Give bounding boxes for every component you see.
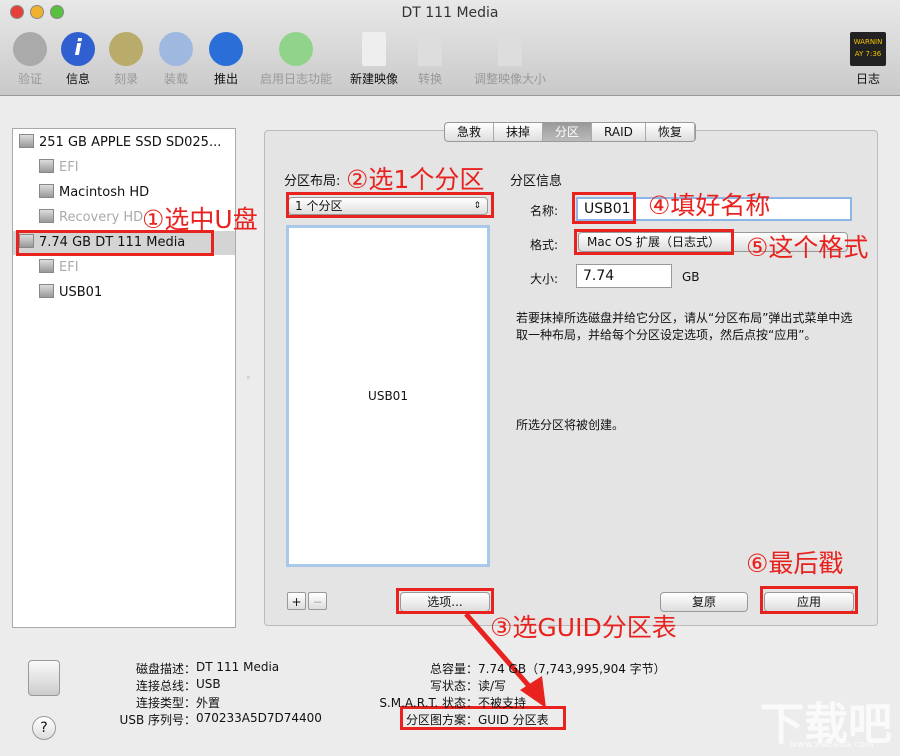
new-image-icon <box>362 32 386 66</box>
annotation-box-6 <box>760 586 858 614</box>
sidebar-item-label: EFI <box>59 160 79 175</box>
info-key: 分区图方案： <box>298 711 478 728</box>
watermark-url: www.xiazaiba.com <box>790 740 874 750</box>
disk-icon <box>39 184 54 198</box>
format-label: 格式: <box>530 236 558 253</box>
toolbar-label: 推出 <box>198 70 254 87</box>
log-icon: WARNIN AY 7:36 <box>850 32 886 66</box>
info-key: 写状态： <box>298 677 478 694</box>
toolbar-label: 调整映像大小 <box>462 70 558 87</box>
partition-map[interactable]: USB01 <box>286 225 490 567</box>
annotation-1: ①选中U盘 <box>142 200 258 236</box>
info-label: 分区信息 <box>510 170 562 189</box>
info-key: S.M.A.R.T. 状态： <box>298 694 478 711</box>
annotation-5: ⑤这个格式 <box>746 228 868 264</box>
info-value: DT 111 Media <box>196 660 279 674</box>
status-text: 所选分区将被创建。 <box>516 416 624 433</box>
info-icon: i <box>61 32 95 66</box>
sidebar-item[interactable]: EFI <box>13 256 235 280</box>
toolbar-label: 启用日志功能 <box>248 70 344 87</box>
toolbar-label: 日志 <box>840 70 896 87</box>
annotation-2: ②选1个分区 <box>346 160 484 196</box>
annotation-6: ⑥最后戳 <box>746 544 843 580</box>
microscope-icon <box>13 32 47 66</box>
tab-3[interactable]: RAID <box>592 123 646 141</box>
toolbar-convert-button[interactable]: 转换 <box>402 32 458 87</box>
toolbar-eject-button[interactable]: 推出 <box>198 32 254 87</box>
size-field[interactable]: 7.74 <box>576 264 672 288</box>
sidebar-item[interactable]: USB01 <box>13 281 235 305</box>
tab-1[interactable]: 抹掉 <box>494 123 543 141</box>
info-value: GUID 分区表 <box>478 711 549 728</box>
disk-icon <box>39 259 54 273</box>
sidebar-item[interactable]: 251 GB APPLE SSD SD025... <box>13 131 235 155</box>
annotation-box-4 <box>572 192 636 224</box>
toolbar-label: 转换 <box>402 70 458 87</box>
info-key: 连接总线： <box>16 677 196 694</box>
sidebar-item-label: EFI <box>59 260 79 275</box>
mount-icon <box>159 32 193 66</box>
splitter-handle[interactable]: ◦ <box>246 374 251 384</box>
toolbar-journal-button[interactable]: 启用日志功能 <box>248 32 344 87</box>
layout-label: 分区布局: <box>284 170 340 189</box>
help-text: 若要抹掉所选磁盘并给它分区，请从“分区布局”弹出式菜单中选取一种布局，并给每个分… <box>516 310 858 344</box>
disk-icon <box>39 209 54 223</box>
remove-partition-button[interactable]: − <box>308 592 327 610</box>
resize-image-icon <box>498 32 522 66</box>
sidebar-item-label: USB01 <box>59 285 102 300</box>
tab-2[interactable]: 分区 <box>543 123 592 141</box>
annotation-4: ④填好名称 <box>648 186 770 222</box>
toolbar-mount-button[interactable]: 装载 <box>148 32 204 87</box>
tab-bar: 急救抹掉分区RAID恢复 <box>444 122 696 142</box>
info-value: 不被支持 <box>478 694 526 711</box>
info-key: 总容量： <box>298 660 478 677</box>
burn-icon <box>109 32 143 66</box>
toolbar-label: 新建映像 <box>344 70 404 87</box>
size-label: 大小: <box>530 270 558 287</box>
eject-icon <box>209 32 243 66</box>
toolbar-new-image-button[interactable]: 新建映像 <box>344 32 404 87</box>
toolbar-label: 装载 <box>148 70 204 87</box>
journal-icon <box>279 32 313 66</box>
info-value: 外置 <box>196 694 220 711</box>
partition-box-label: USB01 <box>368 389 408 403</box>
sidebar-item-label: Recovery HD <box>59 210 143 225</box>
toolbar-burn-button[interactable]: 刻录 <box>98 32 154 87</box>
sidebar-item[interactable]: EFI <box>13 156 235 180</box>
size-unit: GB <box>682 270 700 284</box>
toolbar-label: 刻录 <box>98 70 154 87</box>
disk-icon <box>19 134 34 148</box>
info-key: 连接类型： <box>16 694 196 711</box>
info-key: USB 序列号： <box>16 711 196 728</box>
window-title: DT 111 Media <box>0 5 900 21</box>
info-key: 磁盘描述： <box>16 660 196 677</box>
tab-0[interactable]: 急救 <box>445 123 494 141</box>
tab-4[interactable]: 恢复 <box>646 123 695 141</box>
info-value: 7.74 GB（7,743,995,904 字节） <box>478 660 666 677</box>
sidebar-item-label: 251 GB APPLE SSD SD025... <box>39 135 221 150</box>
name-label: 名称: <box>530 202 558 219</box>
add-partition-button[interactable]: + <box>287 592 306 610</box>
info-value: 读/写 <box>478 677 506 694</box>
convert-icon <box>418 32 442 66</box>
disk-icon <box>39 159 54 173</box>
toolbar-log-button[interactable]: WARNIN AY 7:36 日志 <box>840 32 896 87</box>
annotation-box-5 <box>574 229 734 255</box>
toolbar-resize-image-button[interactable]: 调整映像大小 <box>462 32 558 87</box>
sidebar-item-label: Macintosh HD <box>59 185 149 200</box>
disk-icon <box>39 284 54 298</box>
info-value: USB <box>196 677 221 691</box>
